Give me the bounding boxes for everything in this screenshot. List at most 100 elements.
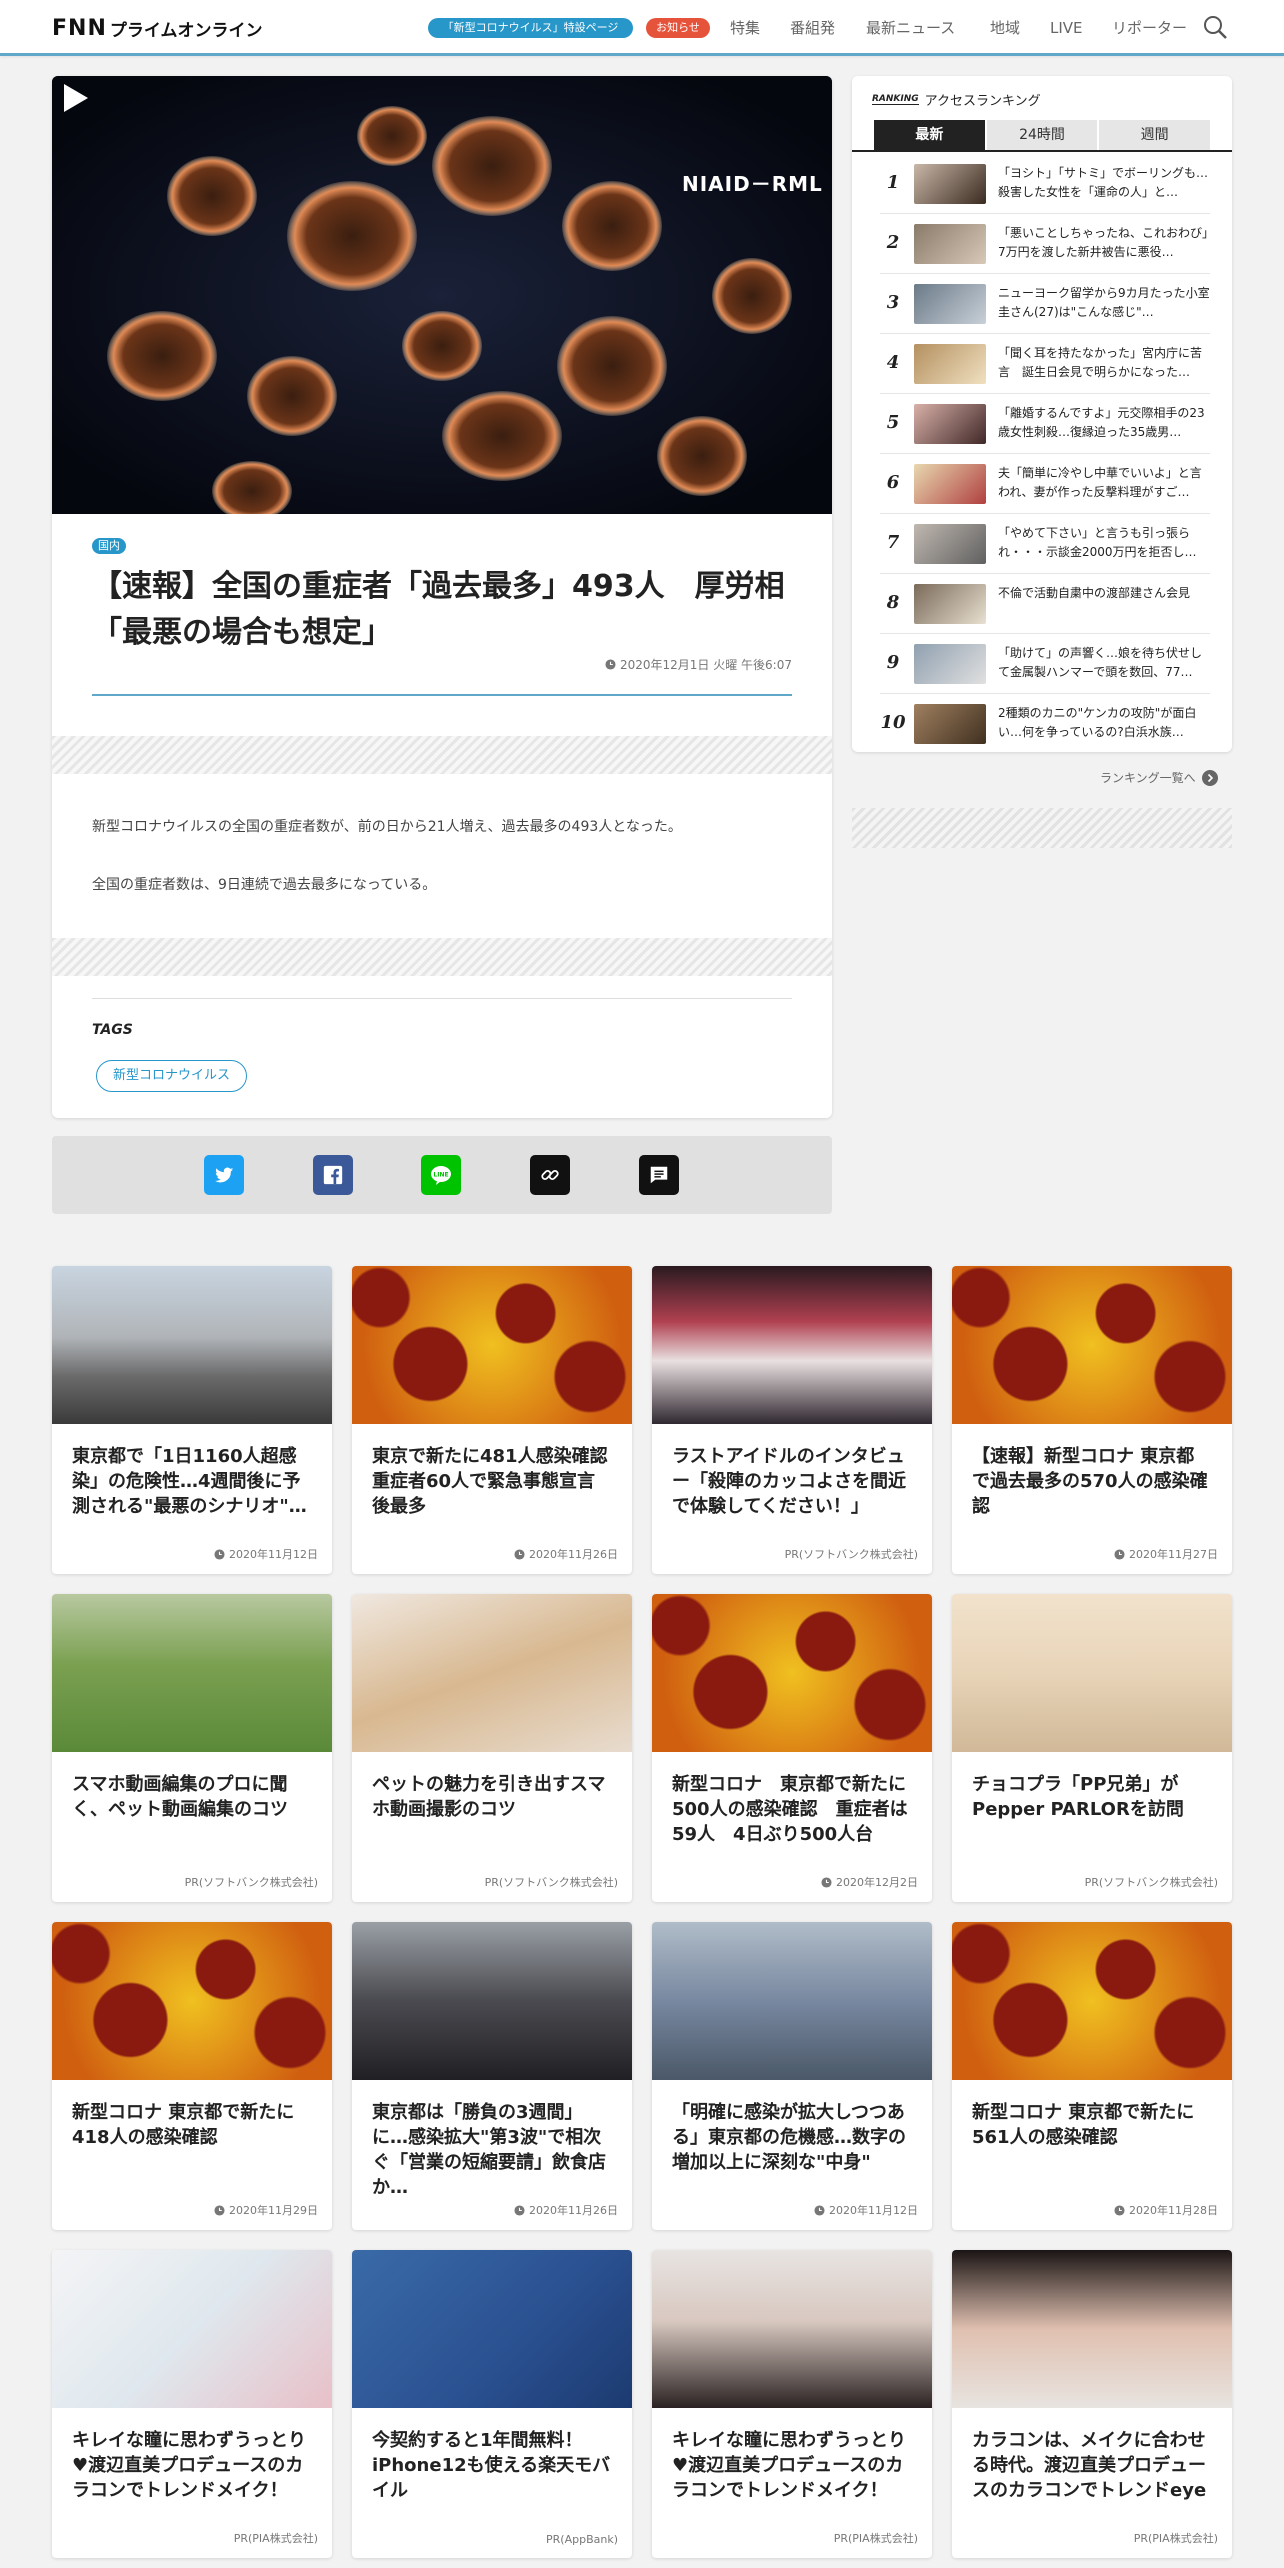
ranking-item[interactable]: 7 「やめて下さい」と言うも引っ張られ・・・示談金2000万円を拒否し…: [880, 514, 1210, 574]
ranking-item[interactable]: 6 夫「簡単に冷やし中華でいいよ」と言われ、妻が作った反撃料理がすご…: [880, 454, 1210, 514]
ranking-item[interactable]: 5 「離婚するんですよ」元交際相手の23歳女性刺殺…復縁迫った35歳男…: [880, 394, 1210, 454]
card-thumbnail: [352, 1922, 632, 2080]
card-thumbnail: [952, 2250, 1232, 2408]
nav-live[interactable]: LIVE: [1050, 16, 1112, 40]
site-logo[interactable]: FNN プライムオンライン: [52, 16, 263, 41]
card-thumbnail: [52, 1922, 332, 2080]
rank-number: 7: [886, 532, 900, 553]
tab-24h[interactable]: 24時間: [986, 120, 1098, 150]
ranking-thumbnail: [914, 524, 986, 564]
article-card-link[interactable]: カラコンは、メイクに合わせる時代。渡辺直美プロデュースのカラコンでトレンドeye…: [952, 2250, 1232, 2558]
ranking-item[interactable]: 4 「聞く耳を持たなかった」宮内庁に苦言 誕生日会見で明らかになった…: [880, 334, 1210, 394]
ranking-item-title: 「離婚するんですよ」元交際相手の23歳女性刺殺…復縁迫った35歳男…: [998, 406, 1205, 439]
card-meta-text: PR(PIA株式会社): [1133, 2532, 1218, 2545]
site-header: FNN プライムオンライン 「新型コロナウイルス」特設ページ お知らせ 特集 番…: [0, 0, 1284, 56]
card-meta: PR(ソフトバンク株式会社): [1085, 1874, 1218, 1890]
article-card-link[interactable]: スマホ動画編集のプロに聞く、ペット動画編集のコツ PR(ソフトバンク株式会社): [52, 1594, 332, 1902]
card-meta: 2020年11月27日: [1114, 1546, 1218, 1562]
rank-number: 9: [886, 652, 900, 673]
card-title: ペットの魅力を引き出すスマホ動画撮影のコツ: [372, 1774, 606, 1820]
ranking-heading: RANKING アクセスランキング: [872, 90, 1041, 109]
play-icon[interactable]: [52, 76, 96, 120]
nav-features[interactable]: 特集: [730, 16, 790, 40]
ranking-thumbnail: [914, 164, 986, 204]
article-card-link[interactable]: ラストアイドルのインタビュー「殺陣のカッコよさを間近で体験してください！」 PR(…: [652, 1266, 932, 1574]
card-meta: 2020年12月2日: [821, 1874, 918, 1890]
article-card-link[interactable]: 新型コロナ 東京都で新たに500人の感染確認 重症者は59人 4日ぶり500人台…: [652, 1594, 932, 1902]
tags-divider: [92, 998, 792, 999]
rank-number: 4: [886, 352, 900, 373]
card-thumbnail: [652, 1922, 932, 2080]
article-card-link[interactable]: 新型コロナ 東京都で新たに418人の感染確認 2020年11月29日: [52, 1922, 332, 2230]
article-headline: 【速報】全国の重症者「過去最多」493人 厚労相「最悪の場合も想定」: [92, 569, 785, 650]
facebook-share-button[interactable]: [313, 1155, 353, 1195]
card-meta-text: 2020年11月26日: [529, 2204, 618, 2217]
hatch-divider-top: [52, 736, 832, 774]
article-card-link[interactable]: 【速報】新型コロナ 東京都で過去最多の570人の感染確認 2020年11月27日: [952, 1266, 1232, 1574]
nav-programs[interactable]: 番組発: [790, 16, 866, 40]
clock-icon: [605, 659, 616, 670]
article-card-link[interactable]: チョコプラ「PP兄弟」がPepper PARLORを訪問 PR(ソフトバンク株式会…: [952, 1594, 1232, 1902]
article-card-link[interactable]: 今契約すると1年間無料！iPhone12も使える楽天モバイル PR(AppBank…: [352, 2250, 632, 2558]
corona-special-page-link[interactable]: 「新型コロナウイルス」特設ページ: [428, 18, 633, 38]
card-title: 東京で新たに481人感染確認 重症者60人で緊急事態宣言後最多: [372, 1446, 626, 1517]
tab-latest[interactable]: 最新: [874, 120, 985, 150]
ranking-more-link[interactable]: ランキング一覧へ: [1100, 769, 1218, 786]
article-hero-video[interactable]: NIAID－RML: [52, 76, 832, 514]
article-card-link[interactable]: 東京都で「1日1160人超感染」の危険性…4週間後に予測される"最悪のシナリオ"…: [52, 1266, 332, 1574]
card-title: 新型コロナ 東京都で新たに561人の感染確認: [972, 2102, 1195, 2148]
article-card-link[interactable]: キレイな瞳に思わずうっとり♥渡辺直美プロデュースのカラコンでトレンドメイク！ PR…: [652, 2250, 932, 2558]
rank-number: 3: [886, 292, 900, 313]
comment-icon: [650, 1166, 668, 1184]
article-card-link[interactable]: 新型コロナ 東京都で新たに561人の感染確認 2020年11月28日: [952, 1922, 1232, 2230]
clock-icon: [514, 1548, 525, 1560]
comment-button[interactable]: [639, 1155, 679, 1195]
clock-icon: [514, 2204, 525, 2216]
virus-micrograph: [52, 76, 832, 514]
line-share-button[interactable]: LINE: [421, 1155, 461, 1195]
card-meta-text: PR(PIA株式会社): [233, 2532, 318, 2545]
notice-link[interactable]: お知らせ: [646, 18, 710, 38]
card-meta-text: PR(AppBank): [546, 2533, 618, 2546]
article-card-link[interactable]: 「明確に感染が拡大しつつある」東京都の危機感…数字の増加以上に深刻な"中身" 20…: [652, 1922, 932, 2230]
card-meta-text: 2020年11月26日: [529, 1548, 618, 1561]
nav-regional[interactable]: 地域: [990, 16, 1050, 40]
card-meta: PR(PIA株式会社): [234, 2530, 318, 2546]
search-icon[interactable]: [1202, 14, 1228, 40]
tab-weekly[interactable]: 週間: [1099, 120, 1211, 150]
ranking-item[interactable]: 3 ニューヨーク留学から9カ月たった小室圭さん(27)は"こんな感じ"…: [880, 274, 1210, 334]
card-meta: 2020年11月12日: [814, 2202, 918, 2218]
ranking-item[interactable]: 9 「助けて」の声響く…娘を待ち伏せして金属製ハンマーで頭を数回、77…: [880, 634, 1210, 694]
card-thumbnail: [352, 2250, 632, 2408]
twitter-icon: [214, 1167, 234, 1183]
card-thumbnail: [652, 1266, 932, 1424]
line-icon: LINE: [431, 1166, 451, 1185]
article-date: 2020年12月1日 火曜 午後6:07: [605, 656, 792, 673]
card-title: 【速報】新型コロナ 東京都で過去最多の570人の感染確認: [972, 1446, 1208, 1517]
nav-reporters[interactable]: リポーター: [1112, 16, 1202, 40]
article-card-link[interactable]: 東京で新たに481人感染確認 重症者60人で緊急事態宣言後最多 2020年11月2…: [352, 1266, 632, 1574]
nav-latest-news[interactable]: 最新ニュース: [866, 16, 990, 40]
ranking-item[interactable]: 2 「悪いことしちゃったね、これおわび」7万円を渡した新井被告に悪役…: [880, 214, 1210, 274]
article-card-link[interactable]: 東京都は「勝負の3週間」に…感染拡大"第3波"で相次ぐ「営業の短縮要請」飲食店か…: [352, 1922, 632, 2230]
ranking-thumbnail: [914, 224, 986, 264]
card-thumbnail: [52, 2250, 332, 2408]
card-meta: 2020年11月12日: [214, 1546, 318, 1562]
card-meta-text: PR(ソフトバンク株式会社): [484, 1876, 618, 1889]
card-meta: 2020年11月26日: [514, 1546, 618, 1562]
article-card: NIAID－RML 国内 【速報】全国の重症者「過去最多」493人 厚労相「最悪…: [52, 76, 832, 1118]
ranking-item[interactable]: 8 不倫で活動自粛中の渡部建さん会見: [880, 574, 1210, 634]
category-badge[interactable]: 国内: [92, 538, 126, 554]
clock-icon: [214, 1548, 225, 1560]
card-title: 東京都は「勝負の3週間」に…感染拡大"第3波"で相次ぐ「営業の短縮要請」飲食店か…: [372, 2102, 606, 2198]
twitter-share-button[interactable]: [204, 1155, 244, 1195]
article-card-link[interactable]: ペットの魅力を引き出すスマホ動画撮影のコツ PR(ソフトバンク株式会社): [352, 1594, 632, 1902]
card-meta: PR(AppBank): [546, 2533, 618, 2546]
rank-number: 8: [886, 592, 900, 613]
ranking-divider: [852, 150, 1232, 152]
tag-chip[interactable]: 新型コロナウイルス: [96, 1060, 248, 1092]
article-card-link[interactable]: キレイな瞳に思わずうっとり♥渡辺直美プロデュースのカラコンでトレンドメイク！ PR…: [52, 2250, 332, 2558]
ranking-item[interactable]: 1 「ヨシト」「サトミ」でボーリングも…殺害した女性を「運命の人」と…: [880, 154, 1210, 214]
ranking-item[interactable]: 10 2種類のカニの"ケンカの攻防"が面白い…何を争っているの?白浜水族…: [880, 694, 1210, 754]
copy-link-button[interactable]: [530, 1155, 570, 1195]
